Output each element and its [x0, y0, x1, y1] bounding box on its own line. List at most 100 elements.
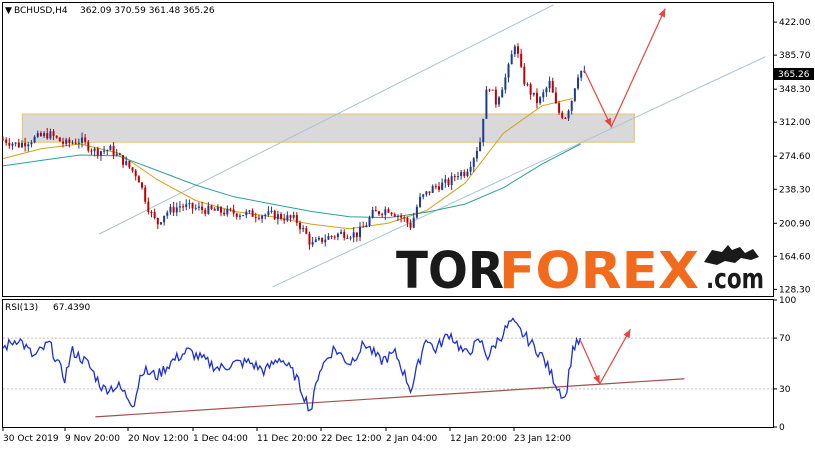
candle-body: [359, 226, 362, 238]
candle-body: [570, 101, 573, 111]
candle-body: [415, 206, 418, 218]
candle-body: [33, 136, 36, 143]
candle-body: [201, 206, 204, 210]
candle-body: [523, 66, 526, 85]
candle-body: [147, 201, 150, 213]
candle-body: [381, 214, 384, 216]
candle-body: [39, 132, 42, 137]
candle-body: [507, 64, 510, 78]
candle-body: [438, 186, 441, 190]
candle-body: [520, 53, 523, 67]
candle-body: [377, 211, 380, 215]
candle-body: [298, 222, 301, 230]
candle-body: [352, 232, 355, 238]
candle-body: [286, 215, 289, 221]
candle-body: [276, 214, 279, 220]
candle-body: [172, 206, 175, 213]
candle-body: [567, 110, 570, 119]
candle-body: [65, 139, 68, 144]
candle-body: [112, 145, 115, 156]
candle-body: [554, 92, 557, 104]
candle-body: [308, 233, 311, 245]
current-price-label: 365.26: [778, 70, 810, 80]
candle-body: [283, 218, 286, 221]
candle-body: [406, 217, 409, 223]
candle-body: [400, 215, 403, 218]
candle-body: [535, 92, 538, 104]
candle-body: [235, 213, 238, 217]
candle-body: [504, 77, 507, 90]
candle-body: [564, 117, 567, 119]
candle-body: [526, 84, 529, 86]
candle-body: [178, 206, 181, 208]
candle-body: [488, 89, 491, 91]
candle-body: [317, 237, 320, 240]
price-axis-label: 274.60: [779, 152, 811, 162]
candle-body: [472, 158, 475, 167]
time-axis-label: 11 Dec 20:00: [257, 434, 318, 444]
candle-body: [166, 212, 169, 216]
candle-body: [580, 70, 583, 78]
candle-body: [46, 133, 49, 139]
candle-body: [134, 170, 137, 177]
candle-body: [444, 179, 447, 183]
candle-body: [371, 209, 374, 218]
candle-body: [245, 211, 248, 216]
candle-body: [58, 137, 61, 142]
candle-body: [551, 80, 554, 93]
candle-body: [185, 204, 188, 208]
candle-body: [30, 142, 33, 145]
candle-body: [422, 194, 425, 197]
candle-body: [223, 212, 226, 215]
candle-body: [159, 222, 162, 225]
candle-body: [311, 241, 314, 245]
candle-body: [229, 208, 232, 210]
candle-body: [561, 112, 564, 118]
candle-body: [204, 209, 207, 214]
candle-body: [220, 207, 223, 213]
price-axis-label: 238.30: [779, 185, 811, 195]
candle-body: [144, 187, 147, 202]
candle-body: [125, 161, 128, 165]
candle-body: [321, 237, 324, 243]
candle-body: [409, 222, 412, 228]
candle-body: [280, 214, 283, 219]
candle-body: [14, 142, 17, 144]
candle-body: [558, 103, 561, 113]
time-axis-label: 12 Jan 20:00: [450, 434, 507, 444]
logo-text-tor: TOR: [396, 242, 504, 301]
candle-body: [150, 212, 153, 214]
candle-body: [163, 215, 166, 223]
candle-body: [463, 171, 466, 177]
rsi-axis-label: 100: [779, 296, 796, 306]
candle-body: [137, 176, 140, 183]
candle-body: [8, 142, 11, 146]
candle-body: [355, 232, 358, 238]
candle-body: [238, 215, 241, 217]
candle-body: [153, 212, 156, 218]
candle-body: [175, 207, 178, 213]
candle-body: [428, 191, 431, 193]
candle-body: [447, 179, 450, 186]
candle-body: [412, 217, 415, 228]
candle-body: [501, 89, 504, 98]
candle-body: [368, 217, 371, 226]
candle-body: [425, 191, 428, 195]
candle-body: [343, 231, 346, 238]
candle-body: [267, 211, 270, 215]
candle-body: [156, 217, 159, 225]
candle-body: [482, 118, 485, 143]
candle-body: [419, 196, 422, 207]
candle-body: [80, 137, 83, 143]
candle-body: [336, 233, 339, 238]
candle-body: [251, 210, 254, 217]
candle-body: [128, 161, 131, 168]
candle-body: [273, 210, 276, 220]
candle-body: [207, 205, 210, 214]
candle-body: [453, 176, 456, 178]
candle-body: [257, 217, 260, 219]
time-axis-label: 23 Jan 12:00: [514, 434, 571, 444]
candle-body: [305, 228, 308, 234]
candle-body: [387, 209, 390, 213]
candle-body: [109, 145, 112, 151]
